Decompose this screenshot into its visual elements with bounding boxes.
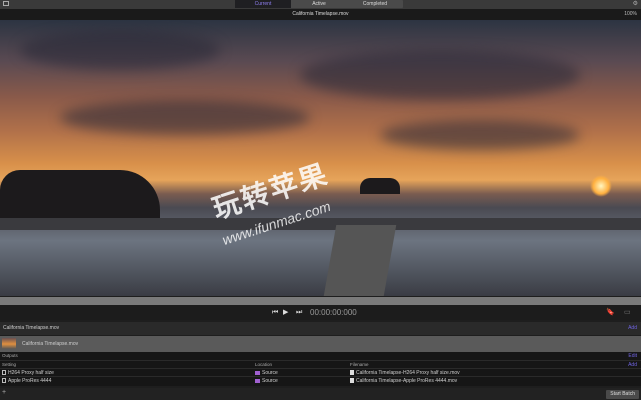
clip-thumbnail: [2, 338, 16, 349]
tab-completed[interactable]: Completed: [347, 0, 403, 8]
clip-header-title: California Timelapse.mov: [3, 325, 60, 331]
display-options-icon[interactable]: ▭: [624, 305, 631, 320]
clip-name: California Timelapse.mov: [22, 341, 79, 347]
add-menu-button[interactable]: +: [2, 389, 6, 396]
location[interactable]: Source: [262, 378, 278, 384]
edit-button[interactable]: Edit: [628, 352, 637, 360]
outputs-title: Outputs: [2, 353, 18, 358]
folder-icon: [255, 378, 260, 383]
play-icon[interactable]: ▶: [283, 305, 288, 320]
next-icon[interactable]: ⏭: [296, 305, 302, 320]
marker-icon[interactable]: 🔖: [606, 305, 615, 320]
sidebar-toggle-icon[interactable]: [3, 1, 9, 6]
setting-name: Apple ProRes 4444: [8, 378, 52, 384]
clip-header: California Timelapse.mov Add: [0, 322, 641, 335]
filename: California Timelapse-Apple ProRes 4444.m…: [356, 378, 458, 384]
clip-row[interactable]: California Timelapse.mov: [0, 336, 641, 352]
timeline-scrubber[interactable]: [0, 297, 641, 305]
folder-icon: [255, 370, 260, 375]
start-batch-button[interactable]: Start Batch: [606, 390, 639, 399]
outputs-panel: Outputs Edit Setting Location Filename A…: [0, 352, 641, 386]
settings-icon[interactable]: ⚙: [633, 0, 638, 8]
view-segmented-control: Current Active Completed: [235, 0, 403, 8]
timecode[interactable]: 00:00:00:000: [310, 305, 357, 320]
viewer-title: California Timelapse.mov: [0, 9, 641, 20]
add-button[interactable]: Add: [628, 322, 637, 335]
file-icon: [350, 370, 354, 376]
setting-icon: [2, 378, 6, 384]
output-row[interactable]: H264 Proxy half size Source California T…: [0, 368, 641, 376]
tab-active[interactable]: Active: [291, 0, 347, 8]
previous-icon[interactable]: ⏮: [272, 305, 278, 320]
file-icon: [350, 378, 354, 384]
tab-current[interactable]: Current: [235, 0, 291, 8]
zoom-menu[interactable]: 100%: [624, 9, 637, 20]
setting-icon: [2, 370, 6, 376]
output-row[interactable]: Apple ProRes 4444 Source California Time…: [0, 376, 641, 384]
bottom-bar: +: [0, 388, 641, 400]
